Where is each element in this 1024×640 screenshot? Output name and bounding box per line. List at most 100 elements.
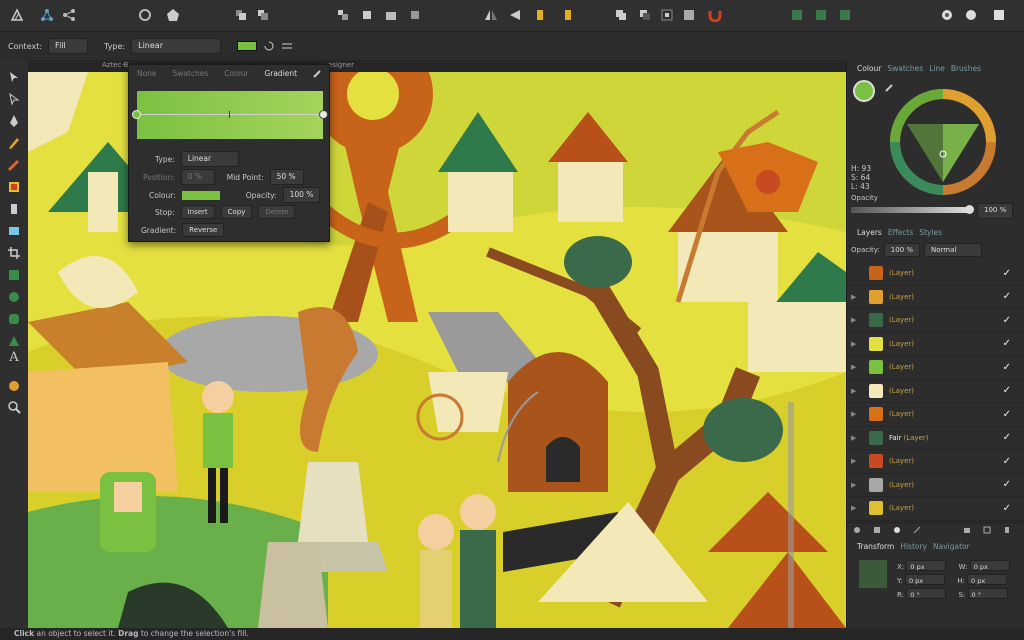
y-field[interactable]: 0 px xyxy=(904,574,945,585)
tab-colour[interactable]: Colour xyxy=(224,69,248,78)
visibility-check-icon[interactable]: ✓ xyxy=(1003,338,1011,349)
layer-row[interactable]: ▶ (Layer) ✓ xyxy=(847,333,1024,356)
flip-vertical-icon[interactable] xyxy=(508,8,522,22)
rotation-field[interactable]: 0 ° xyxy=(906,588,947,599)
fill-swatch[interactable] xyxy=(237,41,258,51)
layer-row[interactable]: (Layer) ✓ xyxy=(847,262,1024,286)
tab-transform[interactable]: Transform xyxy=(857,542,894,551)
expand-arrow-icon[interactable]: ▶ xyxy=(851,293,856,301)
boolean-xor-icon[interactable] xyxy=(682,8,696,22)
tab-styles[interactable]: Styles xyxy=(919,228,942,237)
share-icon[interactable] xyxy=(62,8,76,22)
boolean-intersect-icon[interactable] xyxy=(660,8,674,22)
layer-row[interactable]: ▶ (Layer) ✓ xyxy=(847,380,1024,403)
visibility-check-icon[interactable]: ✓ xyxy=(1003,291,1011,302)
align-bottom-icon[interactable] xyxy=(384,8,398,22)
triangle-tool-icon[interactable] xyxy=(7,334,21,348)
hand-tool-icon[interactable] xyxy=(7,378,21,392)
move-tool-icon[interactable] xyxy=(7,70,21,84)
tab-line[interactable]: Line xyxy=(929,64,945,73)
gradient-preview[interactable] xyxy=(137,91,323,139)
fill-tool-icon[interactable] xyxy=(7,180,21,194)
layer-opacity-field[interactable]: 100 % xyxy=(883,243,921,257)
place-image-icon[interactable] xyxy=(7,224,21,238)
add-group-icon[interactable] xyxy=(963,526,971,534)
expand-arrow-icon[interactable]: ▶ xyxy=(851,504,856,512)
opacity-slider[interactable] xyxy=(851,207,969,213)
view-pixel-icon[interactable] xyxy=(964,8,978,22)
visibility-check-icon[interactable]: ✓ xyxy=(1003,479,1011,490)
tab-navigator[interactable]: Navigator xyxy=(933,542,970,551)
boolean-subtract-icon[interactable] xyxy=(638,8,652,22)
flip-horizontal-icon[interactable] xyxy=(484,8,498,22)
layer-row[interactable]: ▶ (Layer) ✓ xyxy=(847,309,1024,333)
visibility-check-icon[interactable]: ✓ xyxy=(1003,432,1011,443)
insert-target-icon[interactable] xyxy=(790,8,804,22)
distribute-icon[interactable] xyxy=(408,8,422,22)
zoom-tool-icon[interactable] xyxy=(7,400,21,414)
tab-effects[interactable]: Effects xyxy=(888,228,914,237)
stop-colour-swatch[interactable] xyxy=(181,190,220,200)
swap-colours-icon[interactable] xyxy=(281,40,293,52)
reverse-gradient-button[interactable]: Reverse xyxy=(182,223,225,237)
expand-arrow-icon[interactable]: ▶ xyxy=(851,434,856,442)
add-layer-icon[interactable] xyxy=(983,526,991,534)
w-field[interactable]: 0 px xyxy=(969,560,1010,571)
blend-mode-select[interactable]: Normal xyxy=(924,243,983,257)
layer-row[interactable]: ▶ (Layer) ✓ xyxy=(847,450,1024,474)
layer-row[interactable]: ▶ (Layer) ✓ xyxy=(847,286,1024,309)
layer-row[interactable]: ▶ Fair (Layer) ✓ xyxy=(847,427,1024,450)
gradient-midpoint-marker[interactable] xyxy=(229,111,230,118)
rotate-gradient-icon[interactable] xyxy=(263,40,275,52)
snapping-magnet-icon[interactable] xyxy=(708,8,722,22)
doc-tab-designer[interactable]: esigner xyxy=(328,61,354,69)
gradient-type-dropdown[interactable]: Linear xyxy=(131,38,222,54)
layer-effects-icon[interactable] xyxy=(853,526,861,534)
align-top-icon[interactable] xyxy=(336,8,350,22)
rotate-right-icon[interactable] xyxy=(560,8,574,22)
pentagon-icon[interactable] xyxy=(166,8,180,22)
expand-arrow-icon[interactable]: ▶ xyxy=(851,363,856,371)
midpoint-field[interactable]: 50 % xyxy=(269,169,304,185)
tab-none[interactable]: None xyxy=(137,69,157,78)
gradient-type-select[interactable]: Linear xyxy=(180,151,239,167)
hsl-colour-wheel[interactable] xyxy=(887,86,999,198)
h-field[interactable]: 0 px xyxy=(967,574,1008,585)
expand-arrow-icon[interactable]: ▶ xyxy=(851,316,856,324)
fx-icon[interactable] xyxy=(913,526,921,534)
arrange-forward-icon[interactable] xyxy=(256,8,270,22)
delete-layer-icon[interactable] xyxy=(1003,526,1011,534)
insert-inside-icon[interactable] xyxy=(814,8,828,22)
settings-icon[interactable] xyxy=(138,8,152,22)
persona-designer-icon[interactable] xyxy=(40,8,54,22)
insert-stop-button[interactable]: Insert xyxy=(180,205,215,219)
fill-colour-well[interactable] xyxy=(853,80,875,102)
boolean-add-icon[interactable] xyxy=(614,8,628,22)
brush-tool-icon[interactable] xyxy=(7,158,21,172)
anchor-selector[interactable] xyxy=(859,560,887,588)
visibility-check-icon[interactable]: ✓ xyxy=(1003,409,1011,420)
visibility-check-icon[interactable]: ✓ xyxy=(1003,503,1011,514)
tab-brushes[interactable]: Brushes xyxy=(951,64,981,73)
crop-tool-icon[interactable] xyxy=(7,246,21,260)
view-retina-icon[interactable] xyxy=(992,8,1006,22)
visibility-check-icon[interactable]: ✓ xyxy=(1003,362,1011,373)
pen-tool-icon[interactable] xyxy=(7,114,21,128)
rounded-rect-tool-icon[interactable] xyxy=(7,312,21,326)
expand-arrow-icon[interactable]: ▶ xyxy=(851,481,856,489)
gradient-stop-end[interactable] xyxy=(319,110,328,119)
tab-colour[interactable]: Colour xyxy=(857,64,881,73)
transparency-tool-icon[interactable] xyxy=(7,202,21,216)
eyedropper-icon[interactable] xyxy=(313,68,323,78)
tab-swatches[interactable]: Swatches xyxy=(172,69,208,78)
context-dropdown[interactable]: Fill xyxy=(48,38,89,54)
shear-field[interactable]: 0 ° xyxy=(967,588,1008,599)
gradient-stop-start[interactable] xyxy=(132,110,141,119)
opacity-slider-handle[interactable] xyxy=(965,205,974,214)
artistic-text-tool-icon[interactable]: A xyxy=(7,350,21,365)
visibility-check-icon[interactable]: ✓ xyxy=(1003,315,1011,326)
layer-row[interactable]: ▶ (Layer) ✓ xyxy=(847,356,1024,380)
arrange-back-icon[interactable] xyxy=(234,8,248,22)
copy-stop-button[interactable]: Copy xyxy=(220,205,253,219)
adjustment-icon[interactable] xyxy=(893,526,901,534)
